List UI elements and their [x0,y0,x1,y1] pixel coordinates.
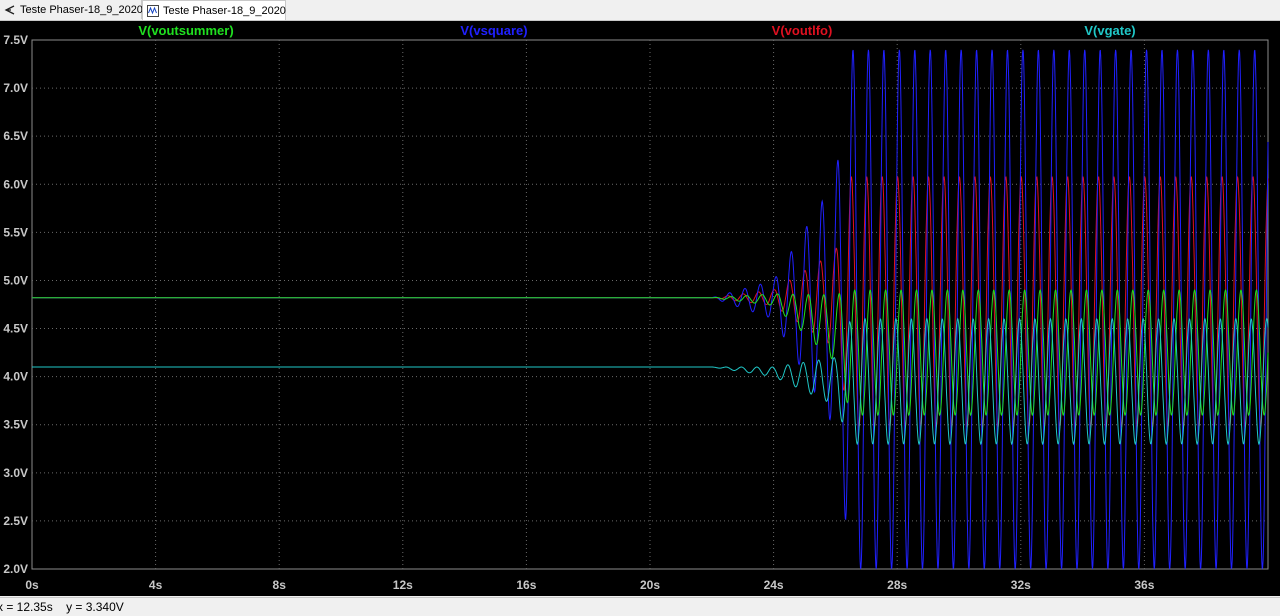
waveform-chart[interactable]: 0s 4s 8s 12s 16s 20s 24s 28s 32s 36s 2.0V 2.5V 3.0V 3… [0,21,1280,596]
x-readout: x = 12.35s [0,600,53,614]
y-tick-label: 6.0V [3,177,28,191]
y-tick-label: 7.5V [3,33,28,47]
x-tick-label: 16s [516,578,536,592]
tab-label: Teste Phaser-18_9_2020 [20,3,143,16]
y-tick-label: 5.5V [3,225,28,239]
x-tick-label: 20s [640,578,660,592]
y-tick-label: 2.5V [3,514,28,528]
x-tick-label: 8s [273,578,287,592]
waveform-plot[interactable]: 0s 4s 8s 12s 16s 20s 24s 28s 32s 36s 2.0V 2.5V 3.0V 3… [0,21,1280,596]
trace-vvoutlfo [32,176,1269,429]
tab-waveform[interactable]: Teste Phaser-18_9_2020 [142,0,286,20]
x-tick-label: 36s [1134,578,1154,592]
y-tick-label: 5.0V [3,273,28,287]
y-tick-label: 4.5V [3,322,28,336]
status-bar: x = 12.35s y = 3.340V [0,597,1280,616]
x-tick-label: 12s [393,578,413,592]
tab-netlist[interactable]: Teste Phaser-18_9_2020 [0,0,143,19]
x-tick-label: 24s [764,578,784,592]
waveform-icon [147,4,159,17]
legend-entry: V(voutsummer) [138,23,233,38]
y-tick-label: 4.0V [3,370,28,384]
x-tick-label: 0s [25,578,39,592]
netlist-arrow-icon [4,4,16,16]
y-tick-label: 7.0V [3,81,28,95]
trace-vvsquare [32,49,1269,570]
x-tick-label: 28s [887,578,907,592]
x-tick-label: 4s [149,578,163,592]
y-tick-label: 2.0V [3,562,28,576]
legend-entry: V(vgate) [1084,23,1135,38]
legend-entry: V(voutlfo) [772,23,833,38]
y-tick-label: 3.5V [3,418,28,432]
trace-vvgate [32,317,1269,446]
cursor-readout: x = 12.35s y = 3.340V [0,600,124,614]
tab-label: Teste Phaser-18_9_2020 [163,4,286,17]
y-tick-label: 3.0V [3,466,28,480]
document-tab-bar: Teste Phaser-18_9_2020 Teste Phaser-18_9… [0,0,1280,21]
legend-entry: V(vsquare) [460,23,527,38]
y-tick-label: 6.5V [3,129,28,143]
y-readout: y = 3.340V [66,600,124,614]
x-tick-label: 32s [1011,578,1031,592]
